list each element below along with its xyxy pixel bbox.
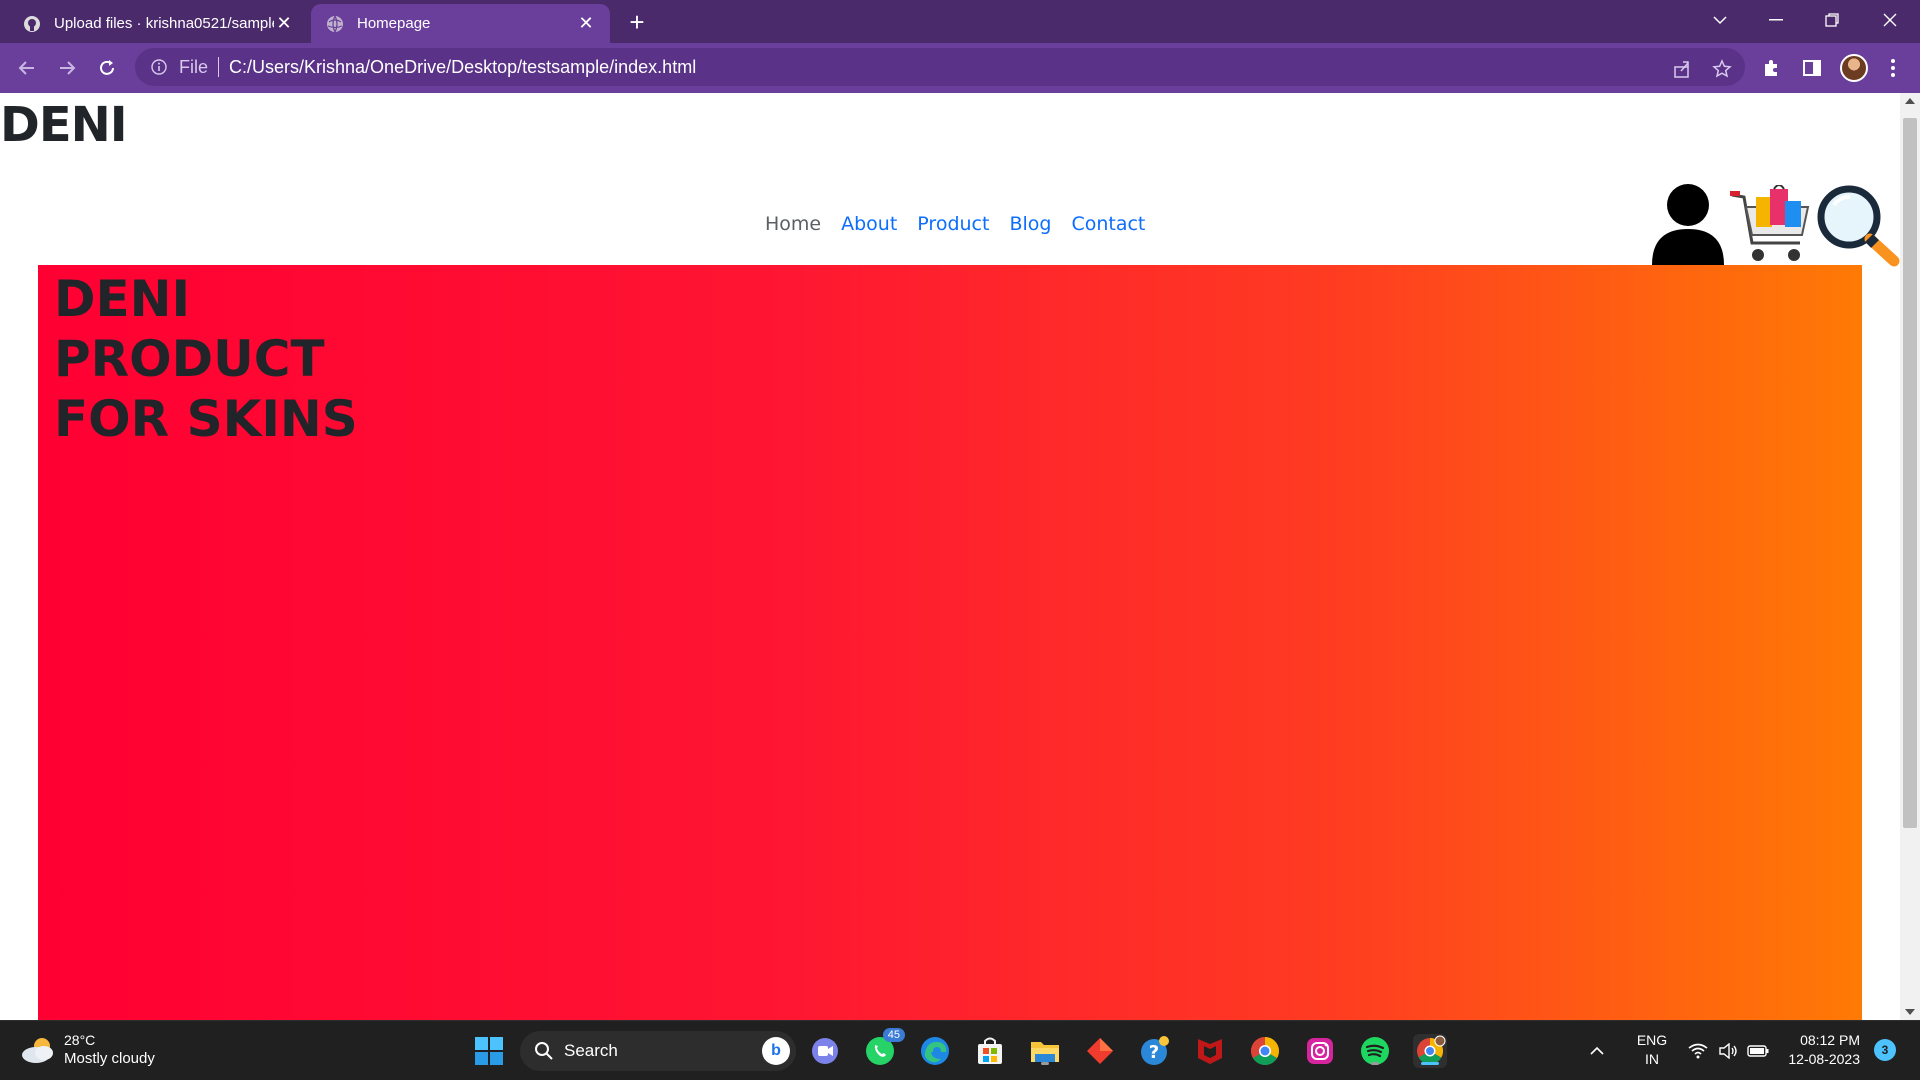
nav-blog[interactable]: Blog (999, 213, 1061, 235)
taskbar-search[interactable]: Search b (520, 1031, 796, 1071)
shopping-cart-icon[interactable] (1730, 184, 1812, 265)
reload-button[interactable] (92, 53, 122, 83)
spotify-icon[interactable] (1358, 1034, 1392, 1068)
git-diamond-icon[interactable] (1083, 1034, 1117, 1068)
globe-icon (325, 14, 345, 34)
user-icon[interactable] (1650, 183, 1726, 265)
extensions-icon[interactable] (1758, 55, 1784, 81)
region-code: IN (1645, 1051, 1659, 1067)
hero-banner: DENI PRODUCT FOR SKINS (38, 265, 1862, 1020)
share-icon[interactable] (1670, 57, 1694, 81)
hero-line: DENI (54, 270, 191, 328)
brand-logo[interactable]: DENI (0, 97, 128, 153)
url-text[interactable]: C:/Users/Krishna/OneDrive/Desktop/testsa… (229, 57, 696, 78)
battery-icon[interactable] (1744, 1034, 1772, 1068)
menu-kebab-icon[interactable] (1880, 55, 1906, 81)
github-icon (22, 14, 42, 34)
tab-homepage[interactable]: Homepage ✕ (311, 4, 610, 43)
browser-toolbar: File C:/Users/Krishna/OneDrive/Desktop/t… (0, 43, 1920, 93)
tab-search-icon[interactable] (1696, 0, 1744, 40)
magnifier-icon (535, 1042, 553, 1060)
restore-button[interactable] (1808, 0, 1856, 40)
profile-avatar[interactable] (1840, 54, 1868, 82)
help-icon[interactable]: ? (1138, 1034, 1172, 1068)
nav-product[interactable]: Product (907, 213, 999, 235)
forward-button[interactable] (52, 53, 82, 83)
tab-upload-files[interactable]: Upload files · krishna0521/sample ✕ (8, 4, 308, 43)
cloudy-weather-icon (22, 1038, 53, 1063)
volume-icon[interactable] (1714, 1034, 1742, 1068)
nav-home[interactable]: Home (755, 213, 831, 235)
whatsapp-icon[interactable]: 45 (863, 1028, 905, 1068)
taskbar-search-label: Search (564, 1041, 618, 1060)
browser-tab-bar: Upload files · krishna0521/sample ✕ Home… (0, 0, 1920, 43)
microsoft-store-icon[interactable] (973, 1034, 1007, 1068)
running-indicator (1041, 1062, 1049, 1065)
notification-badge[interactable]: 3 (1874, 1039, 1896, 1061)
side-panel-icon[interactable] (1799, 55, 1825, 81)
whatsapp-unread-badge: 45 (882, 1028, 905, 1042)
page-scrollbar[interactable] (1900, 93, 1920, 1020)
weather-temperature: 28°C (64, 1032, 96, 1048)
taskbar: 28°C Mostly cloudy Search b 45 ? ENG IN … (0, 1020, 1920, 1080)
edge-browser-icon[interactable] (918, 1034, 952, 1068)
close-tab-icon[interactable]: ✕ (274, 13, 294, 34)
close-tab-icon[interactable]: ✕ (576, 13, 596, 34)
chrome-profile-icon[interactable] (1413, 1034, 1447, 1068)
clock-date: 12-08-2023 (1788, 1051, 1860, 1067)
show-hidden-icons-chevron-icon[interactable] (1584, 1034, 1610, 1068)
chrome-icon[interactable] (1248, 1034, 1282, 1068)
site-info-icon[interactable] (149, 57, 169, 77)
running-indicator (1371, 1062, 1379, 1065)
nav-about[interactable]: About (831, 213, 907, 235)
instagram-icon[interactable] (1303, 1034, 1337, 1068)
scroll-up-arrow-icon[interactable] (1905, 98, 1915, 104)
start-button[interactable] (472, 1034, 506, 1068)
address-bar[interactable]: File C:/Users/Krishna/OneDrive/Desktop/t… (135, 48, 1745, 86)
close-window-button[interactable] (1866, 0, 1914, 40)
tab-title: Homepage (357, 15, 431, 32)
scroll-down-arrow-icon[interactable] (1905, 1009, 1915, 1015)
back-button[interactable] (12, 53, 42, 83)
search-icon[interactable] (1814, 183, 1900, 267)
new-tab-button[interactable]: + (622, 7, 652, 37)
bookmark-star-icon[interactable] (1710, 57, 1734, 81)
mcafee-icon[interactable] (1193, 1034, 1227, 1068)
nav-contact[interactable]: Contact (1061, 213, 1155, 235)
tab-title: Upload files · krishna0521/sample (54, 15, 274, 32)
teams-meet-icon[interactable] (808, 1034, 842, 1068)
language-code: ENG (1636, 1032, 1668, 1048)
hero-line: PRODUCT (54, 330, 325, 388)
bing-icon[interactable]: b (762, 1037, 790, 1065)
hero-headline: DENI PRODUCT FOR SKINS (54, 269, 358, 449)
weather-condition: Mostly cloudy (64, 1050, 155, 1067)
svg-text:?: ? (1149, 1042, 1159, 1063)
hero-line: FOR SKINS (54, 390, 358, 448)
clock[interactable]: 08:12 PM 12-08-2023 (1780, 1031, 1860, 1069)
file-explorer-icon[interactable] (1028, 1034, 1062, 1068)
active-indicator (1421, 1062, 1439, 1065)
web-page: DENI Home About Product Blog Contact DEN… (0, 93, 1900, 1020)
scheme-label: File (179, 56, 209, 77)
wifi-icon[interactable] (1684, 1034, 1712, 1068)
weather-widget[interactable]: 28°C Mostly cloudy (20, 1031, 155, 1069)
minimize-button[interactable] (1752, 0, 1800, 40)
clock-time: 08:12 PM (1800, 1032, 1860, 1048)
scrollbar-thumb[interactable] (1903, 118, 1917, 828)
main-nav: Home About Product Blog Contact (755, 213, 1155, 235)
input-language[interactable]: ENG IN (1632, 1031, 1672, 1069)
address-separator (218, 57, 220, 77)
